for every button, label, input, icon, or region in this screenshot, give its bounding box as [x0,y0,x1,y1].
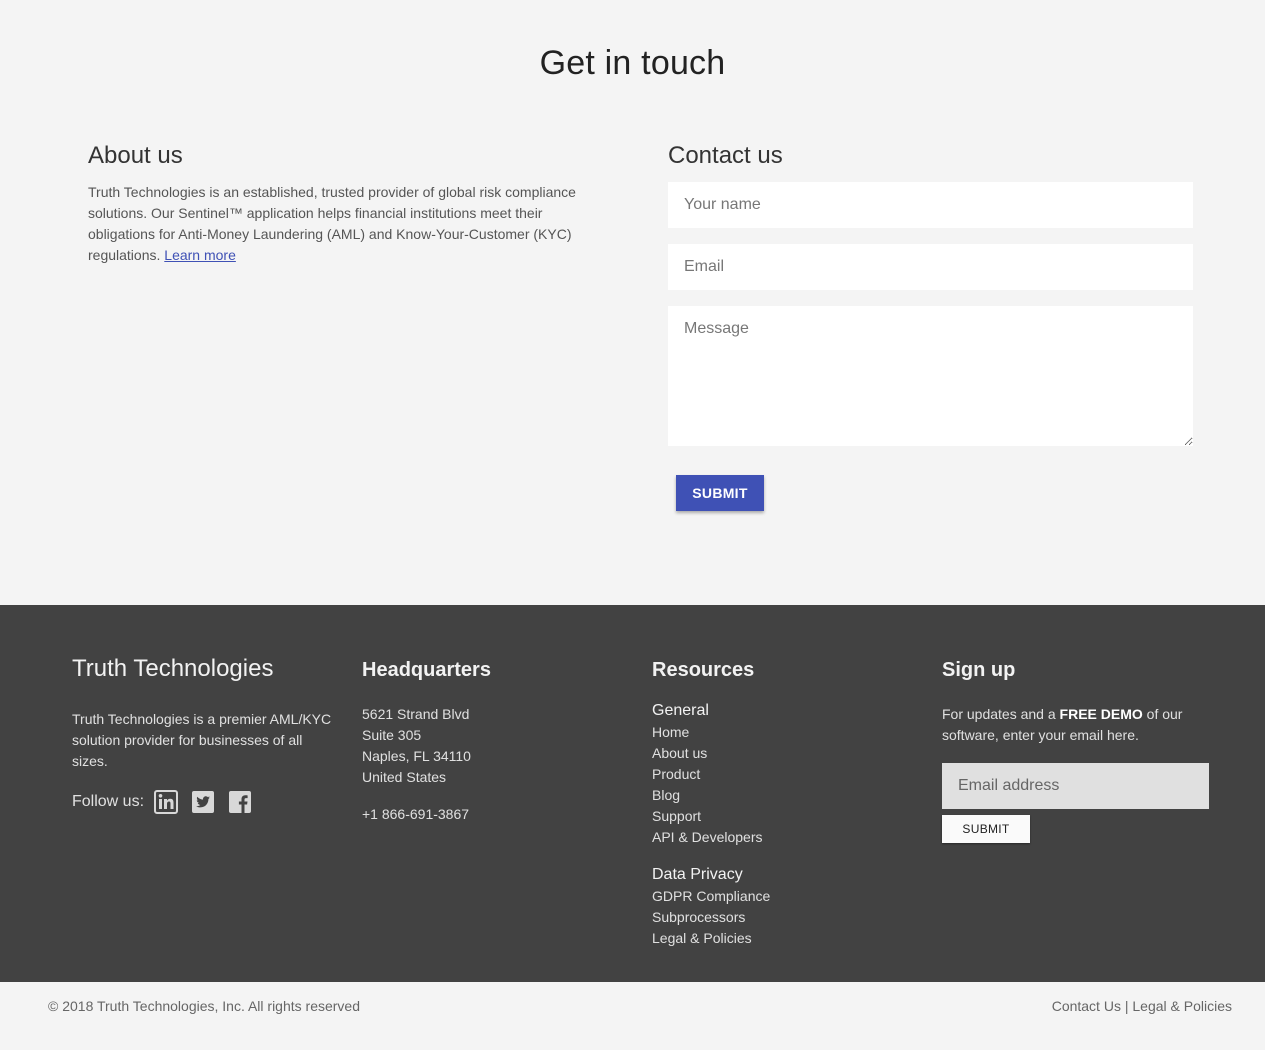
bottom-link-contact-us[interactable]: Contact Us [1052,998,1121,1014]
resources-link-about-us[interactable]: About us [652,743,912,764]
resources-group-title: General [652,702,709,719]
signup-text-before: For updates and a [942,706,1060,722]
footer-brand-description: Truth Technologies is a premier AML/KYC … [72,711,332,769]
resources-link-blog[interactable]: Blog [652,785,912,806]
resources-group-title: Data Privacy [652,866,743,883]
bottom-link-separator: | [1120,998,1133,1014]
resources-link-api[interactable]: API & Developers [652,827,912,848]
resources-link-legal[interactable]: Legal & Policies [652,928,912,949]
follow-us: Follow us: [72,790,337,814]
email-input[interactable] [668,244,1193,290]
contact-submit-button[interactable]: SUBMIT [676,475,764,511]
address-line: Naples, FL 34110 [362,748,471,764]
resources-link-home[interactable]: Home [652,722,912,743]
address-line: United States [362,769,447,785]
signup-email-input[interactable] [942,763,1209,809]
about-us-text: Truth Technologies is an established, tr… [88,182,588,266]
twitter-icon[interactable] [191,790,215,814]
contact-form: Contact us SUBMIT [668,142,1193,511]
footer-signup-column: Sign up For updates and a FREE DEMO of o… [942,655,1209,843]
bottom-link-legal[interactable]: Legal & Policies [1132,998,1232,1014]
signup-heading: Sign up [942,659,1016,681]
signup-text-bold: FREE DEMO [1059,706,1143,722]
resources-heading: Resources [652,659,755,681]
about-us-heading: About us [88,142,183,169]
resources-link-product[interactable]: Product [652,764,912,785]
learn-more-link[interactable]: Learn more [164,247,236,263]
footer-headquarters-column: Headquarters 5621 Strand Blvd Suite 305 … [362,655,622,825]
footer-resources-column: Resources General Home About us Product … [652,655,912,949]
contact-us-heading: Contact us [668,142,783,169]
address-line: Suite 305 [362,727,422,743]
resources-link-support[interactable]: Support [652,806,912,827]
section-title: Get in touch [539,44,726,82]
get-in-touch-section: Get in touch About us Truth Technologies… [0,0,1265,605]
about-us-block: About us Truth Technologies is an establ… [88,142,588,266]
footer-brand-title: Truth Technologies [72,655,274,682]
copyright-text: © 2018 Truth Technologies, Inc. All righ… [48,998,361,1014]
address-line: 5621 Strand Blvd [362,706,470,722]
name-input[interactable] [668,182,1193,228]
bottom-bar: © 2018 Truth Technologies, Inc. All righ… [0,982,1265,1050]
footer-brand-column: Truth Technologies Truth Technologies is… [72,655,337,814]
footer: Truth Technologies Truth Technologies is… [0,605,1265,982]
resources-link-gdpr[interactable]: GDPR Compliance [652,886,912,907]
signup-text: For updates and a FREE DEMO of our softw… [942,704,1209,746]
headquarters-phone: +1 866-691-3867 [362,806,470,822]
about-us-body: Truth Technologies is an established, tr… [88,184,576,263]
resources-link-subprocessors[interactable]: Subprocessors [652,907,912,928]
page: Get in touch About us Truth Technologies… [0,0,1265,1050]
follow-us-label: Follow us: [72,793,145,810]
headquarters-address: 5621 Strand Blvd Suite 305 Naples, FL 34… [362,704,622,788]
facebook-icon[interactable] [228,790,252,814]
bottom-links: Contact Us | Legal & Policies [1052,998,1232,1014]
headquarters-heading: Headquarters [362,659,491,681]
signup-submit-button[interactable]: SUBMIT [942,815,1030,843]
message-textarea[interactable] [668,306,1193,446]
linkedin-icon[interactable] [154,790,179,814]
